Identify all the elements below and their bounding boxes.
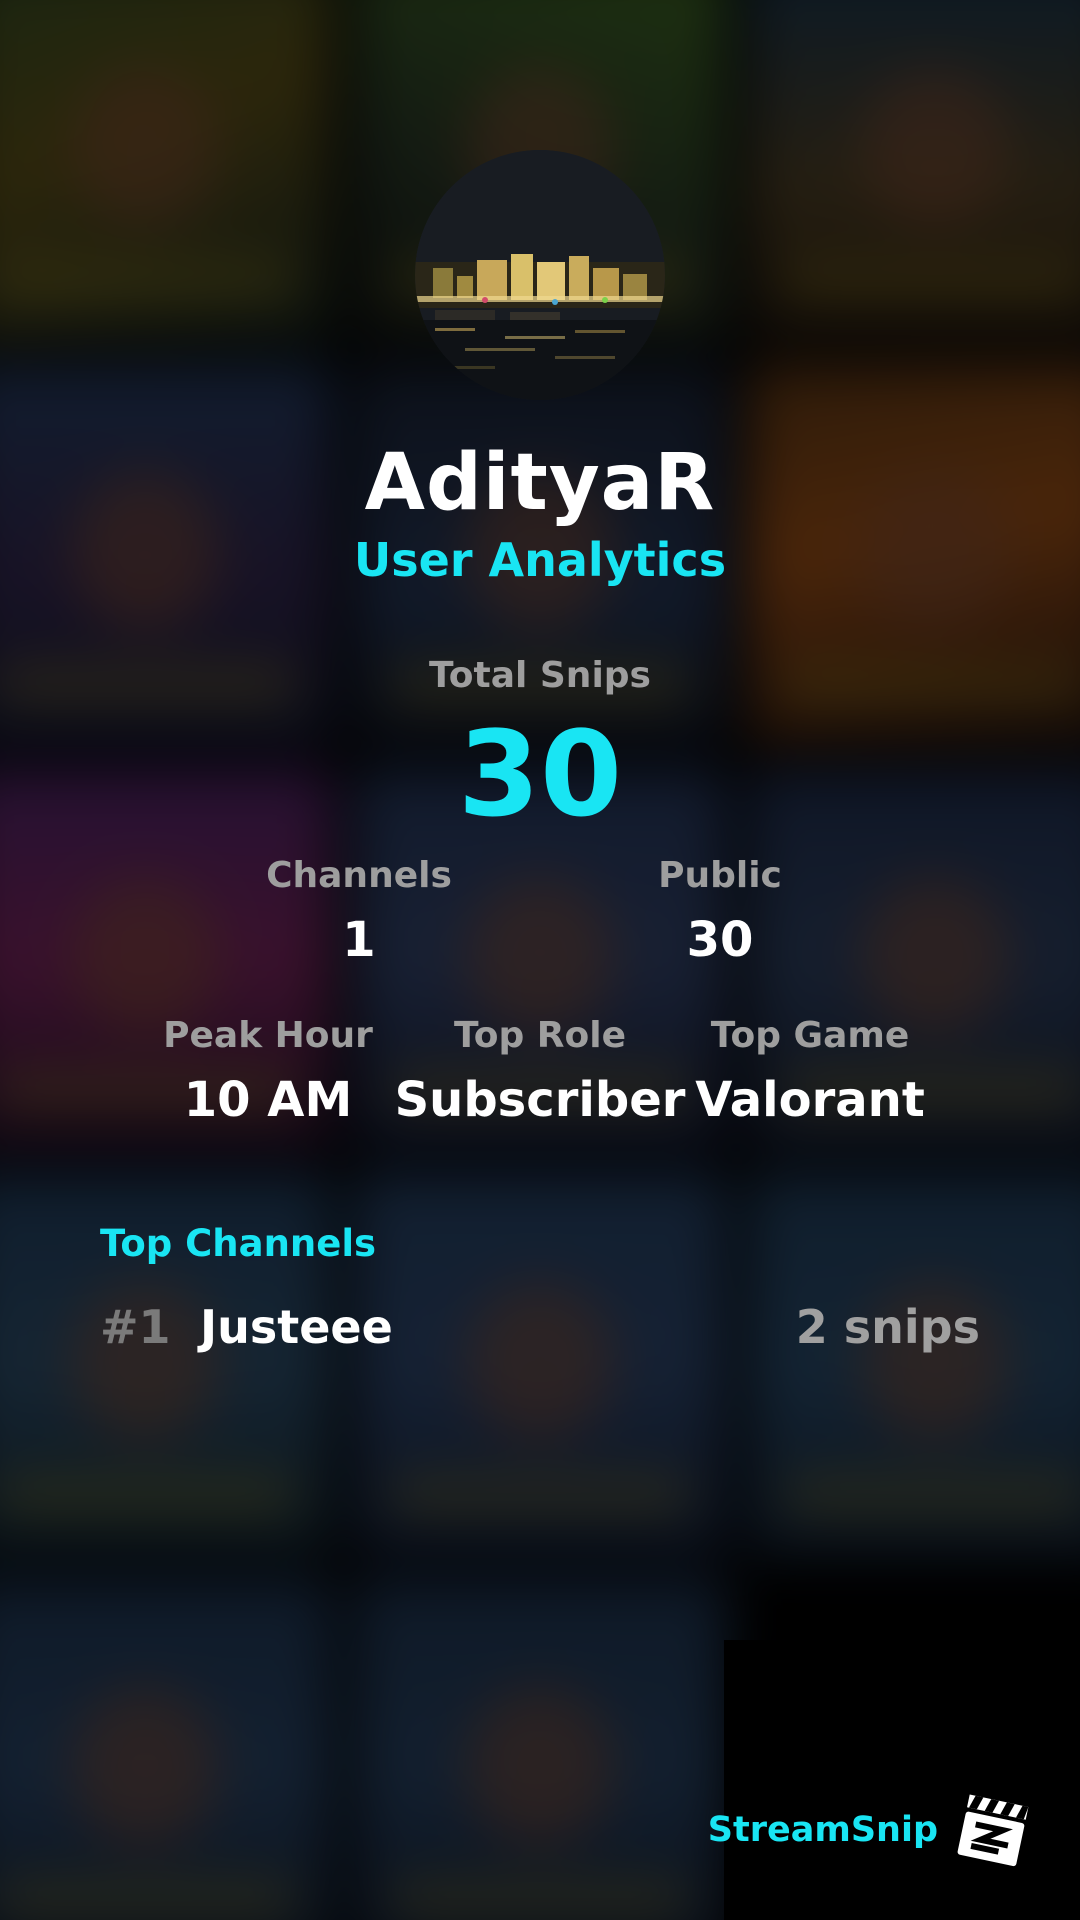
top-role-value: Subscriber [394, 1072, 686, 1128]
avatar [415, 150, 665, 400]
top-channel-row: #1 Justeee 2 snips [100, 1300, 980, 1360]
total-snips-label: Total Snips [429, 655, 651, 696]
analytics-card: AdityaR User Analytics Total Snips 30 Ch… [0, 0, 1080, 1920]
page-subtitle: User Analytics [353, 533, 727, 587]
public-label: Public [658, 855, 782, 896]
total-snips-value: 30 [457, 705, 623, 843]
channel-name: Justeee [200, 1300, 393, 1354]
brand: StreamSnip [708, 1790, 1032, 1870]
peak-hour-value: 10 AM [183, 1072, 353, 1128]
channels-label: Channels [266, 855, 452, 896]
peak-hour-label: Peak Hour [163, 1015, 373, 1056]
channel-snip-count: 2 snips [795, 1300, 980, 1354]
public-value: 30 [686, 912, 754, 968]
top-game-value: Valorant [695, 1072, 925, 1128]
channel-rank: #1 [100, 1300, 171, 1354]
top-channels-title: Top Channels [100, 1222, 377, 1265]
channels-value: 1 [342, 912, 376, 968]
clapperboard-icon [952, 1790, 1032, 1870]
username: AdityaR [364, 438, 716, 528]
top-role-label: Top Role [453, 1015, 627, 1056]
top-game-label: Top Game [710, 1015, 910, 1056]
brand-name: StreamSnip [707, 1810, 938, 1850]
